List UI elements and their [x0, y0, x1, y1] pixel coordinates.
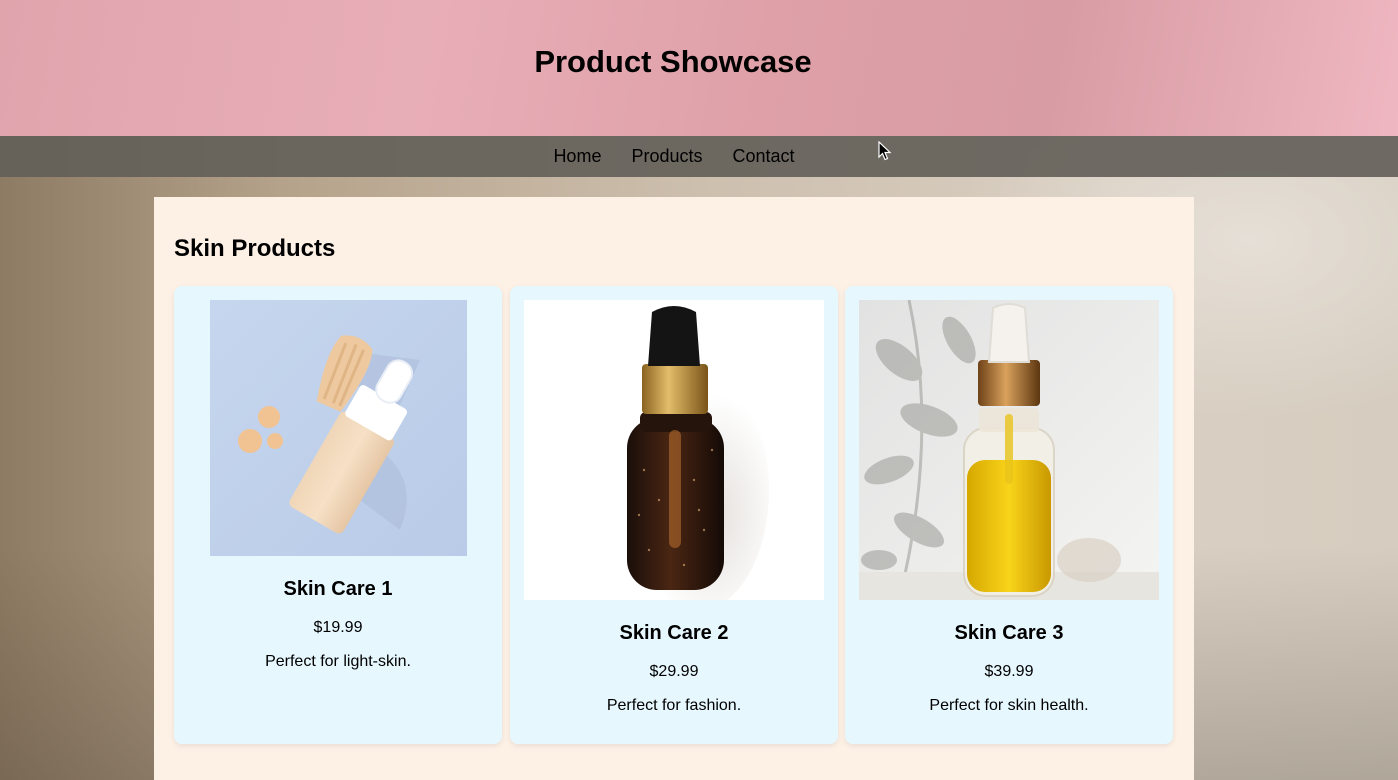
product-price: $19.99: [313, 619, 363, 636]
page-title: Product Showcase: [534, 44, 812, 79]
nav-link-contact[interactable]: Contact: [733, 146, 795, 167]
product-card-2[interactable]: Skin Care 2 $29.99 Perfect for fashion.: [510, 286, 838, 744]
nav-link-home[interactable]: Home: [553, 146, 601, 167]
nav-link-products[interactable]: Products: [631, 146, 702, 167]
section-title: Skin Products: [174, 235, 336, 262]
product-description: Perfect for light-skin.: [265, 653, 411, 670]
mouse-cursor-icon: [878, 141, 892, 161]
product-name: Skin Care 1: [283, 578, 393, 600]
product-image-foundation: [210, 300, 467, 556]
product-description: Perfect for fashion.: [606, 697, 742, 714]
product-name: Skin Care 2: [619, 622, 729, 644]
product-card-3[interactable]: Skin Care 3 $39.99 Perfect for skin heal…: [845, 286, 1173, 744]
product-description: Perfect for skin health.: [929, 697, 1089, 714]
product-image-serum-oil: [859, 300, 1159, 600]
product-image-serum-dark: [524, 300, 824, 600]
site-header: Product Showcase: [0, 0, 1398, 136]
product-price: $29.99: [649, 663, 699, 680]
product-card-1[interactable]: Skin Care 1 $19.99 Perfect for light-ski…: [174, 286, 502, 744]
products-panel: Skin Products Skin Care 1 $19.99 Perfect…: [154, 197, 1194, 780]
product-price: $39.99: [984, 663, 1034, 680]
main-nav: Home Products Contact: [0, 136, 1398, 177]
product-name: Skin Care 3: [954, 622, 1064, 644]
